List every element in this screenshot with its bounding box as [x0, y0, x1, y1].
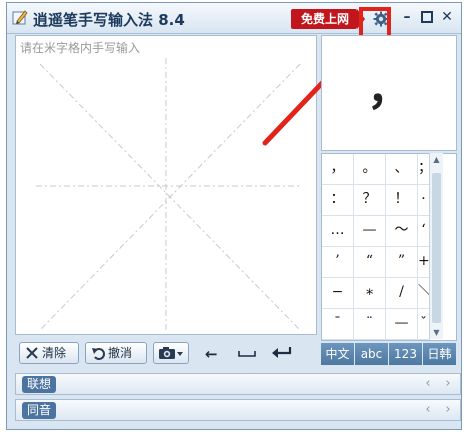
chevron-left-icon[interactable]: ‹ [420, 375, 436, 393]
scrollbar-thumb[interactable] [432, 173, 441, 323]
candidate-cell[interactable]: ¯ [322, 309, 354, 340]
candidate-cell[interactable]: — [354, 216, 386, 247]
space-icon [238, 351, 256, 357]
candidate-cell[interactable]: … [322, 216, 354, 247]
tab-japanese-korean[interactable]: 日韩 [423, 343, 457, 365]
canvas-placeholder: 请在米字格内手写输入 [20, 41, 141, 55]
maximize-button[interactable] [419, 9, 435, 25]
candidate-cell[interactable]: ∗ [354, 278, 386, 309]
canvas-toolbar: 清除 撤消 ← [15, 337, 317, 367]
association-panel: 联想 ‹ › [15, 373, 461, 395]
minimize-button[interactable]: – [399, 9, 415, 25]
candidate-cell[interactable]: 。 [354, 154, 386, 185]
chevron-right-icon[interactable]: › [440, 401, 456, 419]
candidate-cell[interactable]: / [386, 278, 418, 309]
space-key[interactable] [237, 345, 257, 363]
tab-abc[interactable]: abc [355, 343, 389, 365]
chevron-left-icon[interactable]: ‹ [420, 401, 436, 419]
scroll-down-arrow-icon[interactable]: ▼ [430, 328, 443, 337]
close-icon [26, 347, 38, 359]
candidate-cell[interactable]: − [322, 278, 354, 309]
mode-tabs: 中文 abc 123 日韩 [321, 343, 457, 365]
recognized-char: ， [367, 64, 411, 115]
move-left-key[interactable]: ← [205, 345, 218, 363]
association-label[interactable]: 联想 [22, 376, 57, 393]
clear-label: 清除 [42, 346, 67, 360]
tab-123[interactable]: 123 [389, 343, 423, 365]
homophone-panel: 同音 ‹ › [15, 399, 461, 421]
undo-icon [92, 348, 105, 360]
enter-icon [272, 347, 292, 358]
undo-label: 撤消 [108, 346, 133, 360]
title-bar[interactable]: 逍遥笔手写输入法 8.4 免费上网 – ✕ [7, 3, 461, 34]
candidate-cell[interactable]: ’ [322, 247, 354, 278]
camera-button[interactable] [153, 342, 189, 364]
pen-app-icon [12, 10, 28, 25]
undo-button[interactable]: 撤消 [85, 342, 147, 364]
window-title: 逍遥笔手写输入法 8.4 [33, 11, 185, 29]
tab-chinese[interactable]: 中文 [321, 343, 355, 365]
clear-button[interactable]: 清除 [19, 342, 79, 364]
candidate-cell[interactable]: “ [354, 247, 386, 278]
candidate-cell[interactable]: ～ [386, 216, 418, 247]
candidate-scrollbar[interactable]: ▲ ▼ [429, 153, 443, 339]
free-internet-button[interactable]: 免费上网 [291, 9, 366, 29]
scroll-up-arrow-icon[interactable]: ▲ [430, 155, 443, 164]
candidate-cell[interactable]: ： [322, 185, 354, 216]
camera-icon [159, 347, 183, 359]
candidate-cell[interactable]: — [386, 309, 418, 340]
homophone-label[interactable]: 同音 [22, 402, 57, 419]
candidate-cell[interactable]: ， [322, 154, 354, 185]
maximize-icon [421, 11, 433, 23]
chevron-right-icon[interactable]: › [440, 375, 456, 393]
handwriting-window: 逍遥笔手写输入法 8.4 免费上网 – ✕ 请在米字格内手写输入 清除 撤消 ←… [6, 2, 462, 430]
close-button[interactable]: ✕ [439, 9, 455, 25]
candidate-cell[interactable]: 、 [386, 154, 418, 185]
enter-key[interactable] [271, 345, 293, 363]
recognized-char-preview: ， [321, 35, 457, 151]
candidate-cell[interactable]: ¨ [354, 309, 386, 340]
candidate-cell[interactable]: ？ [354, 185, 386, 216]
candidate-cell[interactable]: ！ [386, 185, 418, 216]
candidate-cell[interactable]: ” [386, 247, 418, 278]
